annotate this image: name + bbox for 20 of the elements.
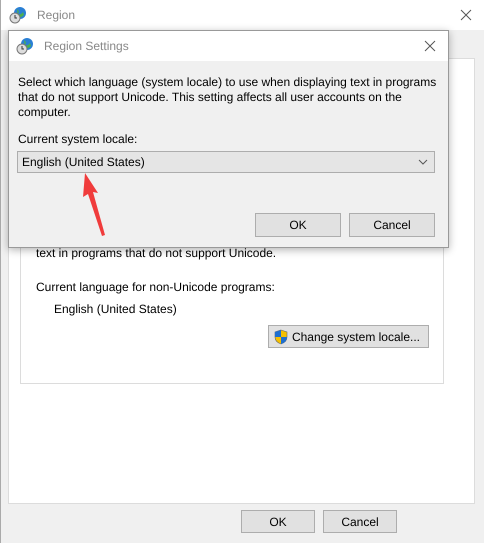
dialog-title: Region Settings	[44, 39, 130, 53]
dialog-button[interactable]: OK	[255, 213, 341, 237]
change-system-locale-button[interactable]: Change system locale...	[268, 325, 429, 348]
shield-icon	[272, 328, 289, 344]
chevron-down-icon	[418, 159, 428, 165]
dialog-description: Select which language (system locale) to use when displaying text in programs that do not support Unicode. This setting affects all user accounts on the computer.	[18, 75, 438, 120]
current-language-value: English (United States)	[54, 302, 177, 316]
region-settings-icon	[16, 37, 34, 55]
dialog-button[interactable]: Cancel	[323, 510, 397, 533]
close-icon[interactable]	[460, 9, 472, 21]
locale-label: Current system locale:	[18, 132, 138, 146]
description-text: text in programs that do not support Unicode.	[36, 246, 276, 260]
region-icon	[9, 6, 27, 24]
window-title: Region	[37, 8, 76, 22]
dialog-button[interactable]: Cancel	[349, 213, 435, 237]
dialog-button[interactable]: OK	[241, 510, 315, 533]
close-icon[interactable]	[424, 40, 436, 52]
current-language-label: Current language for non-Unicode programs:	[36, 280, 275, 294]
annotation-arrow	[83, 173, 105, 236]
locale-dropdown[interactable]: English (United States)	[17, 151, 435, 173]
